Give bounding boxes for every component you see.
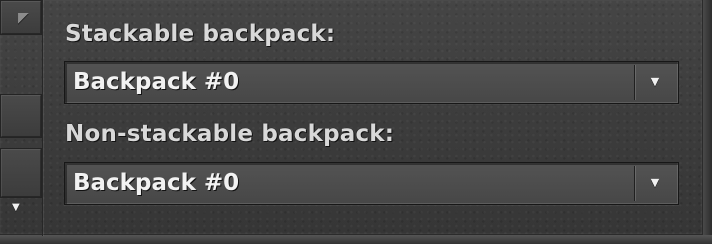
- stackable-backpack-dropdown[interactable]: Backpack #0 ▼: [64, 61, 679, 104]
- stackable-backpack-label: Stackable backpack:: [65, 21, 336, 47]
- chevron-down-icon: ▼: [12, 202, 20, 213]
- left-dropdown-button[interactable]: ▼: [0, 94, 42, 213]
- non-stackable-backpack-value: Backpack #0: [73, 170, 240, 196]
- checkbox-corner-icon: ◤: [18, 10, 29, 26]
- chevron-down-icon[interactable]: ▼: [644, 72, 666, 92]
- dropdown-separator: [634, 166, 635, 201]
- dropdown-separator: [634, 65, 635, 100]
- non-stackable-backpack-label: Non-stackable backpack:: [65, 121, 395, 147]
- top-left-checkbox[interactable]: ◤: [0, 0, 42, 35]
- panel-right-edge: [703, 0, 712, 244]
- panel-bottom-edge: [0, 235, 712, 244]
- stackable-backpack-value: Backpack #0: [73, 69, 240, 95]
- non-stackable-backpack-dropdown[interactable]: Backpack #0 ▼: [64, 162, 679, 205]
- chevron-down-icon[interactable]: ▼: [644, 173, 666, 193]
- left-empty-control[interactable]: [0, 148, 42, 198]
- left-column-divider: [42, 0, 43, 236]
